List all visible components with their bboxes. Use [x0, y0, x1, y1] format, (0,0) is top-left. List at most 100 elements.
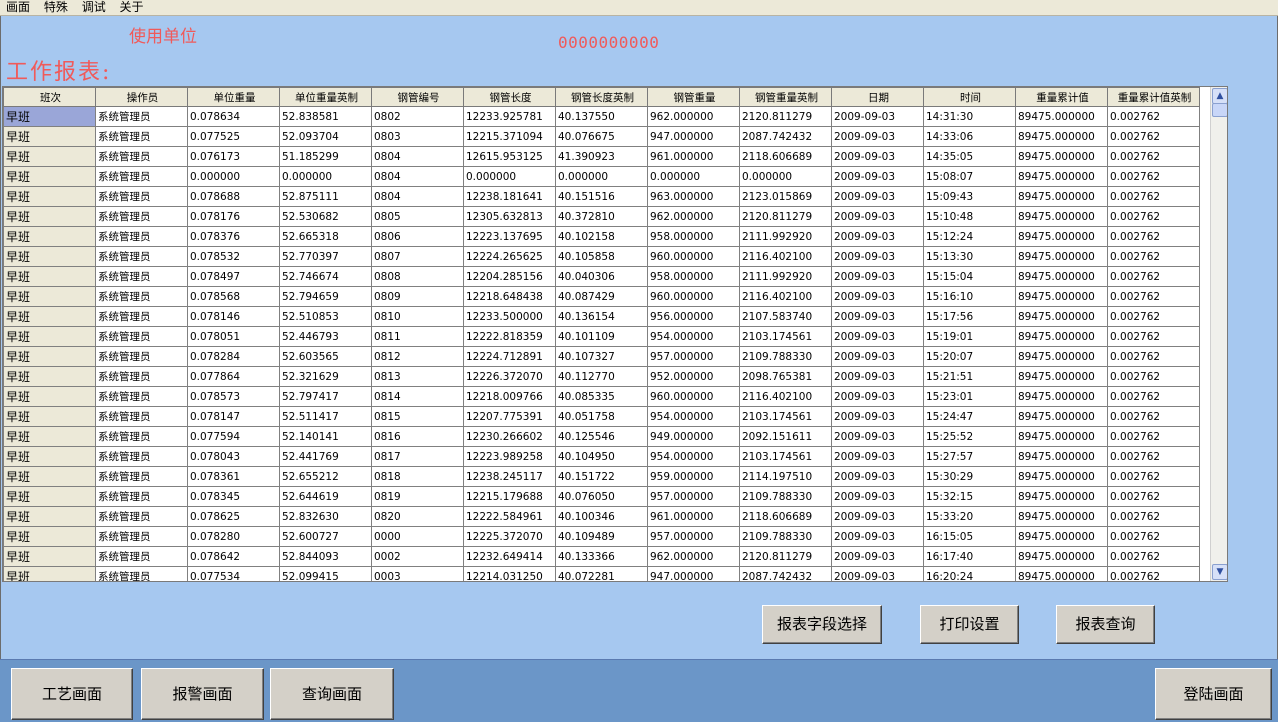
table-cell[interactable]: 0.078146: [187, 306, 280, 327]
table-cell[interactable]: 2009-09-03: [831, 566, 924, 581]
table-cell[interactable]: 0819: [371, 486, 464, 507]
table-cell[interactable]: 958.000000: [647, 226, 740, 247]
table-cell[interactable]: 15:20:07: [923, 346, 1016, 367]
menu-item-special[interactable]: 特殊: [44, 0, 68, 15]
table-cell[interactable]: 0000: [371, 526, 464, 547]
table-cell[interactable]: 12232.649414: [463, 546, 556, 567]
process-screen-button[interactable]: 工艺画面: [11, 668, 133, 720]
table-cell[interactable]: 2120.811279: [739, 206, 832, 227]
table-cell[interactable]: 40.104950: [555, 446, 648, 467]
table-cell[interactable]: 0.002762: [1107, 146, 1200, 167]
table-cell[interactable]: 0.078688: [187, 186, 280, 207]
table-cell[interactable]: 12238.245117: [463, 466, 556, 487]
table-cell[interactable]: 0802: [371, 106, 464, 127]
table-cell[interactable]: 2009-09-03: [831, 386, 924, 407]
table-cell[interactable]: 2111.992920: [739, 226, 832, 247]
table-cell[interactable]: 0.002762: [1107, 526, 1200, 547]
login-screen-button[interactable]: 登陆画面: [1155, 668, 1272, 720]
table-cell[interactable]: 系统管理员: [95, 286, 188, 307]
table-row[interactable]: 早班 系统管理员 0.078642 52.844093 0002 12232.649414…: [3, 546, 1200, 567]
table-cell[interactable]: 2103.174561: [739, 326, 832, 347]
table-cell[interactable]: 2009-09-03: [831, 226, 924, 247]
column-header[interactable]: 时间: [923, 87, 1016, 107]
table-cell[interactable]: 0804: [371, 186, 464, 207]
table-cell[interactable]: 52.838581: [279, 106, 372, 127]
table-cell[interactable]: 0.002762: [1107, 366, 1200, 387]
table-cell[interactable]: 52.441769: [279, 446, 372, 467]
table-cell[interactable]: 40.151722: [555, 466, 648, 487]
field-select-button[interactable]: 报表字段选择: [762, 605, 882, 644]
table-cell[interactable]: 14:35:05: [923, 146, 1016, 167]
table-cell[interactable]: 0.002762: [1107, 546, 1200, 567]
column-header[interactable]: 重量累计值: [1015, 87, 1108, 107]
table-cell[interactable]: 0806: [371, 226, 464, 247]
table-row[interactable]: 早班 系统管理员 0.078625 52.832630 0820 12222.584961…: [3, 506, 1200, 527]
table-cell[interactable]: 2009-09-03: [831, 526, 924, 547]
table-cell[interactable]: 0.077525: [187, 126, 280, 147]
table-cell[interactable]: 12233.500000: [463, 306, 556, 327]
column-header[interactable]: 班次: [3, 87, 96, 107]
table-cell[interactable]: 系统管理员: [95, 386, 188, 407]
table-cell[interactable]: 2109.788330: [739, 486, 832, 507]
table-cell[interactable]: 0820: [371, 506, 464, 527]
table-cell[interactable]: 系统管理员: [95, 566, 188, 581]
table-cell[interactable]: 52.093704: [279, 126, 372, 147]
table-cell[interactable]: 12224.712891: [463, 346, 556, 367]
table-cell[interactable]: 52.832630: [279, 506, 372, 527]
table-cell[interactable]: 40.125546: [555, 426, 648, 447]
table-cell[interactable]: 0.078051: [187, 326, 280, 347]
column-header[interactable]: 操作员: [95, 87, 188, 107]
table-cell[interactable]: 89475.000000: [1015, 466, 1108, 487]
table-cell[interactable]: 0.002762: [1107, 326, 1200, 347]
table-cell[interactable]: 40.133366: [555, 546, 648, 567]
table-cell[interactable]: 2009-09-03: [831, 126, 924, 147]
table-cell[interactable]: 2009-09-03: [831, 266, 924, 287]
table-cell[interactable]: 0.002762: [1107, 566, 1200, 581]
table-cell[interactable]: 15:21:51: [923, 366, 1016, 387]
table-cell[interactable]: 系统管理员: [95, 506, 188, 527]
table-cell[interactable]: 系统管理员: [95, 346, 188, 367]
table-cell[interactable]: 52.321629: [279, 366, 372, 387]
table-cell[interactable]: 0817: [371, 446, 464, 467]
table-cell[interactable]: 早班: [3, 126, 96, 147]
table-cell[interactable]: 2009-09-03: [831, 506, 924, 527]
table-row[interactable]: 早班 系统管理员 0.078688 52.875111 0804 12238.181641…: [3, 186, 1200, 207]
column-header[interactable]: 单位重量: [187, 87, 280, 107]
table-cell[interactable]: 12222.818359: [463, 326, 556, 347]
table-cell[interactable]: 0809: [371, 286, 464, 307]
table-cell[interactable]: 949.000000: [647, 426, 740, 447]
table-cell[interactable]: 89475.000000: [1015, 486, 1108, 507]
table-cell[interactable]: 52.099415: [279, 566, 372, 581]
table-cell[interactable]: 12204.285156: [463, 266, 556, 287]
table-cell[interactable]: 14:31:30: [923, 106, 1016, 127]
table-cell[interactable]: 2009-09-03: [831, 106, 924, 127]
table-cell[interactable]: 12215.179688: [463, 486, 556, 507]
table-cell[interactable]: 958.000000: [647, 266, 740, 287]
column-header[interactable]: 钢管长度英制: [555, 87, 648, 107]
table-cell[interactable]: 16:15:05: [923, 526, 1016, 547]
table-cell[interactable]: 0.076173: [187, 146, 280, 167]
table-cell[interactable]: 0003: [371, 566, 464, 581]
table-cell[interactable]: 2116.402100: [739, 246, 832, 267]
table-cell[interactable]: 2009-09-03: [831, 426, 924, 447]
table-cell[interactable]: 52.665318: [279, 226, 372, 247]
table-cell[interactable]: 51.185299: [279, 146, 372, 167]
table-cell[interactable]: 15:27:57: [923, 446, 1016, 467]
table-cell[interactable]: 0804: [371, 166, 464, 187]
table-cell[interactable]: 960.000000: [647, 386, 740, 407]
table-cell[interactable]: 0.078497: [187, 266, 280, 287]
table-cell[interactable]: 40.112770: [555, 366, 648, 387]
table-cell[interactable]: 0.002762: [1107, 446, 1200, 467]
table-cell[interactable]: 952.000000: [647, 366, 740, 387]
column-header[interactable]: 重量累计值英制: [1107, 87, 1200, 107]
table-cell[interactable]: 15:08:07: [923, 166, 1016, 187]
table-cell[interactable]: 40.072281: [555, 566, 648, 581]
table-cell[interactable]: 0.078573: [187, 386, 280, 407]
table-cell[interactable]: 12226.372070: [463, 366, 556, 387]
menu-item-screen[interactable]: 画面: [6, 0, 30, 15]
table-cell[interactable]: 954.000000: [647, 446, 740, 467]
column-header[interactable]: 钢管长度: [463, 87, 556, 107]
table-cell[interactable]: 2087.742432: [739, 566, 832, 581]
table-cell[interactable]: 52.603565: [279, 346, 372, 367]
table-cell[interactable]: 89475.000000: [1015, 206, 1108, 227]
